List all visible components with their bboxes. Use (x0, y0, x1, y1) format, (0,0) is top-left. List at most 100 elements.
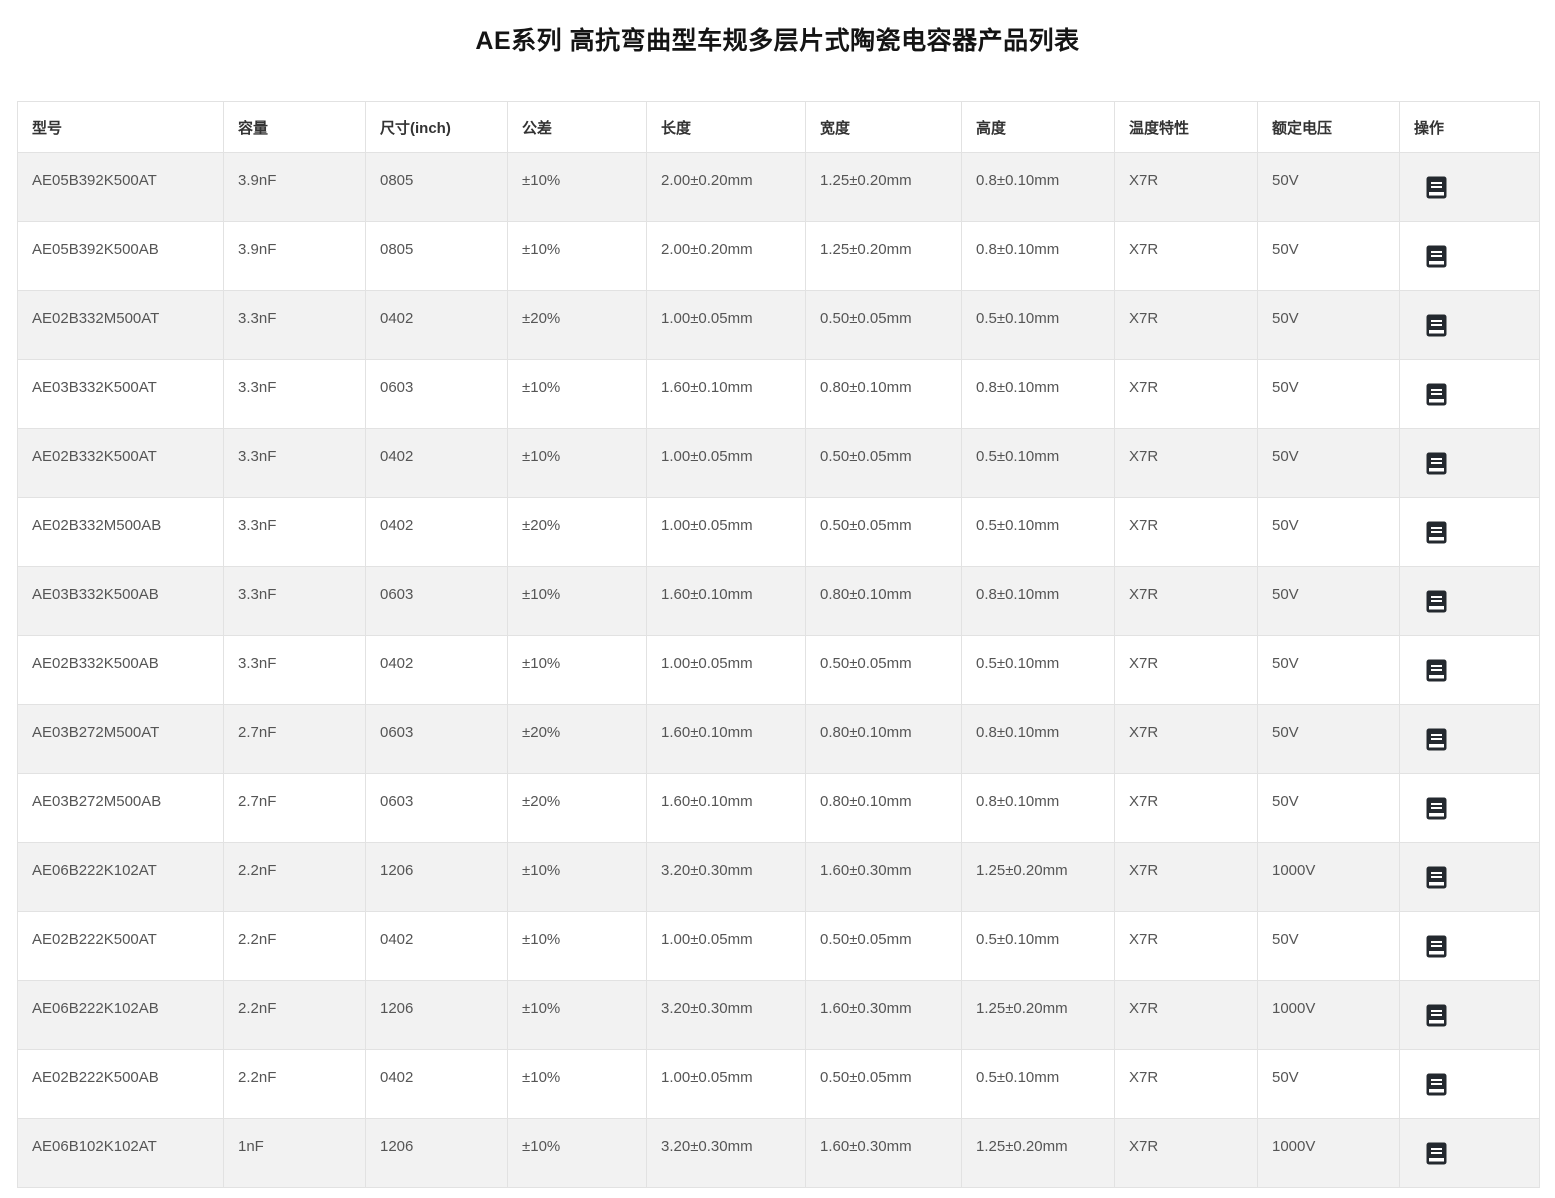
cell-capacity: 2.2nF (224, 981, 366, 1050)
cell-rated-voltage: 50V (1258, 429, 1400, 498)
cell-model: AE03B272M500AB (18, 774, 224, 843)
cell-width: 0.50±0.05mm (806, 291, 962, 360)
column-header-model: 型号 (18, 102, 224, 153)
view-datasheet-button[interactable] (1426, 452, 1447, 475)
cell-length: 2.00±0.20mm (647, 222, 806, 291)
table-row: AE05B392K500AB 3.9nF 0805 ±10% 2.00±0.20… (18, 222, 1540, 291)
cell-capacity: 3.9nF (224, 153, 366, 222)
cell-length: 1.00±0.05mm (647, 429, 806, 498)
cell-length: 1.00±0.05mm (647, 498, 806, 567)
view-datasheet-button[interactable] (1426, 866, 1447, 889)
view-datasheet-button[interactable] (1426, 935, 1447, 958)
cell-action (1400, 1119, 1540, 1188)
cell-tolerance: ±10% (508, 912, 647, 981)
cell-tolerance: ±10% (508, 636, 647, 705)
table-row: AE02B332K500AB 3.3nF 0402 ±10% 1.00±0.05… (18, 636, 1540, 705)
cell-tolerance: ±10% (508, 843, 647, 912)
cell-temp-characteristic: X7R (1115, 360, 1258, 429)
view-datasheet-button[interactable] (1426, 1073, 1447, 1096)
datasheet-icon (1426, 590, 1447, 613)
cell-model: AE02B332K500AB (18, 636, 224, 705)
cell-tolerance: ±10% (508, 1119, 647, 1188)
cell-size: 0402 (366, 912, 508, 981)
cell-height: 1.25±0.20mm (962, 1119, 1115, 1188)
cell-tolerance: ±10% (508, 429, 647, 498)
cell-model: AE02B222K500AB (18, 1050, 224, 1119)
cell-height: 0.5±0.10mm (962, 498, 1115, 567)
view-datasheet-button[interactable] (1426, 521, 1447, 544)
cell-width: 1.60±0.30mm (806, 1119, 962, 1188)
table-row: AE03B272M500AT 2.7nF 0603 ±20% 1.60±0.10… (18, 705, 1540, 774)
cell-length: 3.20±0.30mm (647, 981, 806, 1050)
cell-temp-characteristic: X7R (1115, 498, 1258, 567)
cell-size: 0402 (366, 429, 508, 498)
cell-width: 1.25±0.20mm (806, 222, 962, 291)
cell-tolerance: ±20% (508, 498, 647, 567)
cell-action (1400, 843, 1540, 912)
view-datasheet-button[interactable] (1426, 314, 1447, 337)
table-body: AE05B392K500AT 3.9nF 0805 ±10% 2.00±0.20… (18, 153, 1540, 1188)
cell-rated-voltage: 50V (1258, 498, 1400, 567)
cell-rated-voltage: 50V (1258, 774, 1400, 843)
cell-tolerance: ±20% (508, 705, 647, 774)
cell-width: 0.50±0.05mm (806, 498, 962, 567)
view-datasheet-button[interactable] (1426, 1142, 1447, 1165)
cell-length: 3.20±0.30mm (647, 1119, 806, 1188)
cell-capacity: 3.3nF (224, 567, 366, 636)
cell-tolerance: ±20% (508, 774, 647, 843)
cell-width: 1.60±0.30mm (806, 981, 962, 1050)
datasheet-icon (1426, 1073, 1447, 1096)
cell-temp-characteristic: X7R (1115, 567, 1258, 636)
cell-temp-characteristic: X7R (1115, 705, 1258, 774)
cell-action (1400, 636, 1540, 705)
datasheet-icon (1426, 176, 1447, 199)
cell-capacity: 1nF (224, 1119, 366, 1188)
cell-model: AE06B222K102AT (18, 843, 224, 912)
table-header-row: 型号 容量 尺寸(inch) 公差 长度 宽度 高度 温度特性 额定电压 操作 (18, 102, 1540, 153)
cell-width: 0.50±0.05mm (806, 636, 962, 705)
cell-capacity: 2.2nF (224, 1050, 366, 1119)
view-datasheet-button[interactable] (1426, 245, 1447, 268)
datasheet-icon (1426, 797, 1447, 820)
cell-size: 0805 (366, 153, 508, 222)
cell-size: 1206 (366, 981, 508, 1050)
datasheet-icon (1426, 452, 1447, 475)
cell-action (1400, 498, 1540, 567)
cell-temp-characteristic: X7R (1115, 636, 1258, 705)
cell-size: 0603 (366, 774, 508, 843)
cell-length: 2.00±0.20mm (647, 153, 806, 222)
table-row: AE06B222K102AT 2.2nF 1206 ±10% 3.20±0.30… (18, 843, 1540, 912)
cell-size: 0805 (366, 222, 508, 291)
column-header-temp-characteristic: 温度特性 (1115, 102, 1258, 153)
view-datasheet-button[interactable] (1426, 659, 1447, 682)
view-datasheet-button[interactable] (1426, 590, 1447, 613)
cell-size: 0402 (366, 636, 508, 705)
cell-model: AE02B222K500AT (18, 912, 224, 981)
cell-rated-voltage: 1000V (1258, 1119, 1400, 1188)
cell-capacity: 3.3nF (224, 498, 366, 567)
view-datasheet-button[interactable] (1426, 176, 1447, 199)
view-datasheet-button[interactable] (1426, 1004, 1447, 1027)
cell-rated-voltage: 1000V (1258, 843, 1400, 912)
cell-temp-characteristic: X7R (1115, 429, 1258, 498)
datasheet-icon (1426, 314, 1447, 337)
cell-tolerance: ±10% (508, 222, 647, 291)
cell-action (1400, 705, 1540, 774)
datasheet-icon (1426, 935, 1447, 958)
column-header-tolerance: 公差 (508, 102, 647, 153)
cell-length: 1.00±0.05mm (647, 1050, 806, 1119)
table-row: AE03B272M500AB 2.7nF 0603 ±20% 1.60±0.10… (18, 774, 1540, 843)
column-header-width: 宽度 (806, 102, 962, 153)
cell-length: 3.20±0.30mm (647, 843, 806, 912)
cell-model: AE03B272M500AT (18, 705, 224, 774)
cell-temp-characteristic: X7R (1115, 981, 1258, 1050)
cell-height: 0.8±0.10mm (962, 705, 1115, 774)
view-datasheet-button[interactable] (1426, 728, 1447, 751)
view-datasheet-button[interactable] (1426, 383, 1447, 406)
view-datasheet-button[interactable] (1426, 797, 1447, 820)
cell-height: 0.5±0.10mm (962, 429, 1115, 498)
cell-height: 0.5±0.10mm (962, 912, 1115, 981)
cell-temp-characteristic: X7R (1115, 1119, 1258, 1188)
table-row: AE06B222K102AB 2.2nF 1206 ±10% 3.20±0.30… (18, 981, 1540, 1050)
cell-tolerance: ±10% (508, 153, 647, 222)
